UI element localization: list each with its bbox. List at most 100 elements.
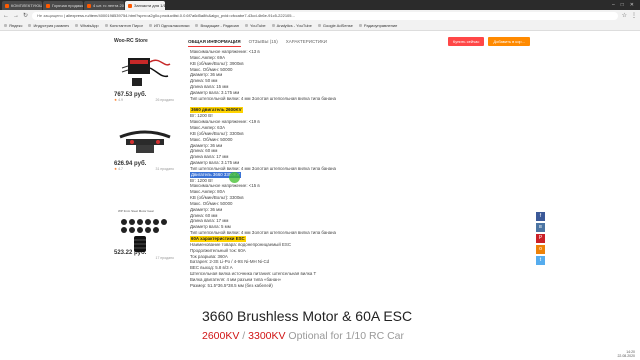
spec-text: KB (об/мин/Вольт): 3900кв (190, 60, 244, 66)
description-line: Размер: 51.5*36.5*38.5 мм (без кабелей) (190, 283, 430, 289)
reload-icon[interactable]: ↻ (23, 12, 28, 19)
bookmark-item[interactable]: Входящие - Радиоап (195, 23, 238, 28)
spec-text: Тип штепсельной вилки: 4 мм Золотая штеп… (190, 165, 336, 171)
spec-text: Диаметр вала: 3.175 мм (190, 89, 240, 95)
overlay-subtitle: 2600KV / 3300KV Optional for 1/10 RC Car (202, 330, 404, 342)
browser-tab-active[interactable]: Запчасти для 1/10 автомобилей (125, 1, 165, 10)
spec-text: Размер: 51.5*36.5*38.5 мм (без кабелей) (190, 282, 273, 288)
tab-reviews[interactable]: ОТЗЫВЫ (15) (249, 39, 278, 47)
spec-text: Длина: 60 мм (190, 148, 218, 154)
product-image-esc[interactable] (112, 48, 178, 92)
spec-text: Ток разрыва: 360A (190, 253, 228, 259)
minimize-icon[interactable]: – (612, 1, 615, 10)
odnoklassniki-icon[interactable]: о (536, 245, 545, 254)
spec-text: Вт: 1200 Вт (190, 113, 214, 119)
bookmark-item[interactable]: WhatsApp (75, 23, 98, 28)
spec-text: Диаметр вала: 3.175 мм (190, 160, 240, 166)
spec-text: Диаметр: 36 мм (190, 72, 223, 78)
url-text: aliexpress.ru/item/4000198539754.html?sp… (66, 12, 295, 18)
menu-icon[interactable]: ⋮ (631, 12, 637, 19)
overlay-tail: Optional for 1/10 RC Car (285, 330, 404, 342)
bookmark-item[interactable]: Analytics - YouTube (272, 23, 312, 28)
vk-icon[interactable]: в (536, 223, 545, 232)
aliexpress-icon (87, 3, 91, 8)
spec-text: Максимальное напряжение: <15 в (190, 183, 260, 189)
cursor-highlight (229, 172, 240, 183)
clock-date: 22.08.2020 (617, 354, 635, 358)
spec-text: Макс. Об/мин: 50000 (190, 66, 233, 72)
pinterest-icon[interactable]: P (536, 234, 545, 243)
spec-text: KB (об/мин/Вольт): 3300кв (190, 130, 244, 136)
add-to-cart-button[interactable]: Добавить в кор... (488, 37, 530, 46)
overlay-kv1: 2600KV (202, 330, 240, 342)
spec-text: Длина вала: 17 мм (190, 218, 229, 224)
spec-text: BEC выход: 5.8 в/3 А (190, 265, 233, 271)
sidebar-product[interactable]: WP 3mm Steel Motor Gear 523.22 руб. 17 п… (110, 206, 180, 260)
spec-text: Диаметр: 36 мм (190, 206, 223, 212)
tab-specs[interactable]: ХАРАКТЕРИСТИКИ (286, 39, 327, 47)
spec-text: Батарея: 2-3S Li-Po / 4-9S Ni-MH Ni-Cd (190, 259, 270, 265)
window-controls: – □ ✕ (612, 1, 640, 10)
address-bar-row: ← → ↻ Не защищено | aliexpress.ru/item/4… (0, 10, 640, 21)
spec-text: KB (об/мин/Вольт): 3300кв (190, 195, 244, 201)
forward-icon[interactable]: → (13, 13, 19, 19)
store-name[interactable]: Woo-RC Store (110, 38, 180, 44)
spec-text: Тип штепсельной вилки: 4 мм Золотая штеп… (190, 95, 336, 101)
overlay-sep: / (239, 330, 249, 342)
aliexpress-icon (46, 3, 50, 8)
bookmark-item[interactable]: Радиоуправление (359, 23, 397, 28)
facebook-icon[interactable]: f (536, 212, 545, 221)
product-description: Максимальное напряжение: <13 в Макс.Ампер… (190, 49, 430, 289)
spec-text: Наименование товара: водонепроницаемый E… (190, 241, 292, 247)
store-sidebar: Woo-RC Store 767.53 руб. ★ 4.9 26 продано (110, 38, 180, 306)
tab-label: КОМПЛЕКТУЮЩИЕ — Радиоупр (11, 3, 42, 8)
image-caption: WP 3mm Steel Motor Gear (118, 209, 154, 213)
spec-text: Диаметр вала: 5 мм (190, 224, 231, 230)
spec-text: Максимальное напряжение: <19 в (190, 119, 260, 125)
bookmark-item[interactable]: ИП Одноклассники (149, 23, 189, 28)
tab-strip: КОМПЛЕКТУЮЩИЕ — Радиоупр Горячая продажа… (0, 0, 640, 10)
browser-tab[interactable]: КОМПЛЕКТУЮЩИЕ — Радиоупр (2, 1, 42, 10)
product-tabs: ОБЩАЯ ИНФОРМАЦИЯ ОТЗЫВЫ (15) ХАРАКТЕРИСТ… (188, 39, 327, 47)
star-icon[interactable]: ☆ (622, 12, 627, 19)
twitter-icon[interactable]: t (536, 256, 545, 265)
url-field[interactable]: Не защищено | aliexpress.ru/item/4000198… (32, 11, 618, 20)
product-image-bumper[interactable] (112, 117, 178, 161)
sidebar-product[interactable]: 626.94 руб. ★ 4.7 31 продано (110, 117, 180, 171)
spec-text: Тип штепсельной вилки: 4 мм Золотая штеп… (190, 230, 336, 236)
spec-text: Вилка двигателя: 4 мм разъем типа «банан… (190, 276, 282, 282)
browser-tab[interactable]: 4 шт. rc лента 20 кг DS3218 ко (84, 1, 124, 10)
star-icon: ★ (114, 167, 118, 171)
product-rating: ★ 4.9 26 продано (114, 98, 174, 102)
spec-text: Макс. Об/мин: 50000 (190, 136, 233, 142)
spec-text: Макс.Ампер: 63A (190, 124, 225, 130)
product-image-gears[interactable]: WP 3mm Steel Motor Gear (112, 206, 178, 252)
spec-text: Максимальное напряжение: <13 в (190, 49, 260, 54)
sidebar-product[interactable]: 767.53 руб. ★ 4.9 26 продано (110, 48, 180, 102)
close-icon[interactable]: ✕ (630, 1, 634, 10)
security-label: Не защищено (37, 12, 63, 18)
product-rating: ★ 4.7 31 продано (114, 167, 174, 171)
bookmark-item[interactable]: Индустрия развлеч (28, 23, 69, 28)
star-icon: ★ (114, 98, 118, 102)
browser-tab[interactable]: Горячая продажа WP 3CE води (43, 1, 83, 10)
spec-text: Длина вала: 15 мм (190, 84, 229, 90)
bookmark-item[interactable]: Константин Пирог (105, 23, 143, 28)
back-icon[interactable]: ← (3, 13, 9, 19)
tab-general-info[interactable]: ОБЩАЯ ИНФОРМАЦИЯ (188, 39, 241, 47)
buy-now-button[interactable]: Купить сейчас (447, 37, 485, 46)
overlay-title: 3660 Brushless Motor & 60A ESC (202, 308, 413, 324)
spec-text: Макс.Ампер: 69A (190, 54, 225, 60)
tab-label: 4 шт. rc лента 20 кг DS3218 ко (93, 3, 124, 8)
taskbar-clock: 14:20 22.08.2020 (617, 350, 635, 358)
bookmark-item[interactable]: YouTube (245, 23, 266, 28)
maximize-icon[interactable]: □ (621, 1, 624, 10)
spec-text: Вт: 1200 Вт (190, 177, 214, 183)
bookmark-item[interactable]: Google AdSense (318, 23, 353, 28)
spec-text: Диаметр: 36 мм (190, 142, 223, 148)
spec-text: Штепсельная вилка источника питания: ште… (190, 271, 317, 277)
spec-text: Длина вала: 17 мм (190, 154, 229, 160)
bookmark-item[interactable]: Яндекс (4, 23, 22, 28)
spec-text: Длина: 60 мм (190, 212, 218, 218)
tab-label: Горячая продажа WP 3CE води (52, 3, 83, 8)
